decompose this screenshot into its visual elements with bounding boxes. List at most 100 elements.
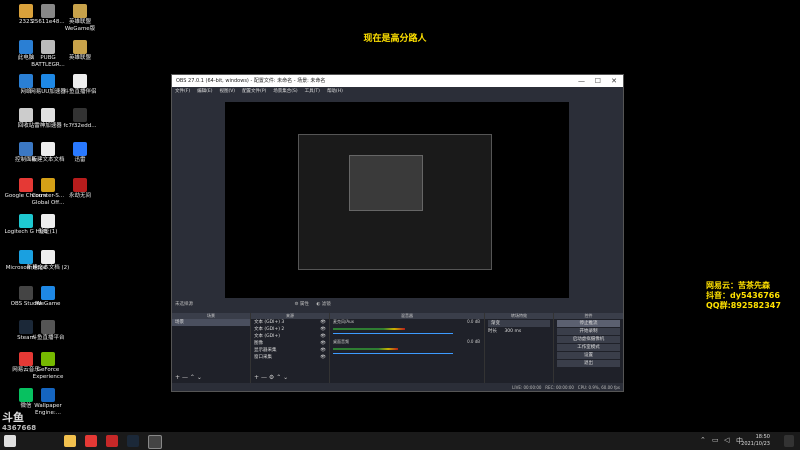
notification-icon[interactable] [784,435,794,447]
control-button[interactable]: 开始录制 [557,328,620,335]
source-item-label: 文本 (GDI+) 3 [254,320,285,325]
menu-item[interactable]: 配置文件(P) [242,89,266,94]
up-icon[interactable]: ⌃ [190,374,195,381]
desktop-icon[interactable]: 迅雷 [58,142,102,164]
control-button[interactable]: 停止推流 [557,320,620,327]
app-icon [41,178,55,192]
stream-banner: 现在是高分路人 [363,34,427,44]
chrome-icon[interactable] [85,435,97,447]
scene-item[interactable]: 场景 [172,319,250,326]
menu-item[interactable]: 工具(T) [305,89,320,94]
desktop-icon-label: 英雄联盟 [68,55,91,61]
eye-icon[interactable]: 👁 [320,340,326,347]
maximize-icon[interactable]: ☐ [595,75,601,87]
duration-input[interactable]: 300 ms [504,329,521,334]
eye-icon[interactable]: 👁 [320,347,326,354]
mixer-dock: 混音器 麦克风/Aux 0.0 dB 桌面音频 0.0 dB [330,313,485,383]
up-icon[interactable]: ⌃ [276,374,281,381]
app-icon [41,352,55,366]
sources-list: 文本 (GDI+) 3 👁 文本 (GDI+) 2 👁 文本 (GDI+) 👁 图像 … [251,319,329,361]
nested-preview [298,134,492,270]
source-item-label: 文本 (GDI+) [254,334,280,339]
menu-item[interactable]: 编辑(E) [197,89,212,94]
desktop-icon[interactable]: 英雄联盟 WeGame版 [58,4,102,32]
channel-name: 桌面音频 [333,339,349,344]
obs-window[interactable]: OBS 27.0.1 (64-bit, windows) - 配置文件: 未命名… [171,74,624,392]
filter-icon[interactable]: ◐ [316,302,320,307]
network-icon[interactable]: ▭ [712,436,719,444]
obs-taskbar-icon[interactable] [148,435,162,449]
filters-button[interactable]: 滤镜 [322,302,331,307]
source-item[interactable]: 窗口采集 👁 [251,354,329,361]
eye-icon[interactable]: 👁 [320,326,326,333]
source-info: 未选择源 [175,302,193,307]
desktop-icon[interactable]: 新建文本文档 (2) [26,250,70,272]
source-item[interactable]: 显示器采集 👁 [251,347,329,354]
volume-icon[interactable]: ◁ [724,436,729,444]
desktop-icon-label: fc7f32edd... [63,123,97,129]
down-icon[interactable]: ⌄ [197,374,202,381]
desktop-icon[interactable]: 斗鱼直播平台 [26,320,70,342]
transition-select[interactable]: 渐变 [488,320,550,327]
app-icon [73,178,87,192]
close-icon[interactable]: ✕ [611,75,617,87]
properties-button[interactable]: 属性 [300,302,309,307]
eye-icon[interactable]: 👁 [320,333,326,340]
source-item-label: 图像 [254,341,263,346]
desktop-icon-label: 斗鱼直播平台 [31,335,65,341]
douyu-watermark: 斗鱼 4367668 [2,412,36,433]
app-icon [41,388,55,402]
source-item[interactable]: 文本 (GDI+) 👁 [251,333,329,340]
tray-chevron-icon[interactable]: ⌃ [700,436,706,444]
clock[interactable]: 18:50 2021/10/23 [741,434,770,448]
desktop-icon[interactable]: GeForce Experience [26,352,70,380]
control-button[interactable]: 启动虚拟摄像机 [557,336,620,343]
obs-preview[interactable] [225,102,569,298]
clock-time: 18:50 [755,434,770,440]
volume-slider[interactable] [333,353,453,354]
source-item[interactable]: 文本 (GDI+) 2 👁 [251,326,329,333]
add-icon[interactable]: + [175,374,180,381]
eye-icon[interactable]: 👁 [320,354,326,361]
remove-icon[interactable]: — [182,374,188,381]
desktop-icon[interactable]: 斗鱼直播伴侣 [58,74,102,96]
desktop-icon[interactable]: fc7f32edd... [58,108,102,130]
netease-music-icon[interactable] [106,435,118,447]
remove-icon[interactable]: — [261,374,267,381]
desktop: 2323 25611e48... 英雄联盟 WeGame版 此电脑 PUBG BATTL… [0,0,800,432]
nested-preview-inner [349,155,423,211]
steam-icon[interactable] [127,435,139,447]
volume-slider[interactable] [333,333,453,334]
control-button[interactable]: 设置 [557,352,620,359]
file-explorer-icon[interactable] [64,435,76,447]
start-icon[interactable] [4,435,16,447]
down-icon[interactable]: ⌄ [283,374,288,381]
source-item[interactable]: 文本 (GDI+) 3 👁 [251,319,329,326]
desktop-icon[interactable]: Wallpaper Engine:... [26,388,70,416]
eye-icon[interactable]: 👁 [320,319,326,326]
channel-name: 麦克风/Aux [333,319,354,324]
gear-icon[interactable]: ⚙ [294,302,298,307]
mixer-channel: 桌面音频 0.0 dB [330,339,484,359]
gear-icon[interactable]: ⚙ [269,374,274,381]
add-icon[interactable]: + [254,374,259,381]
minimize-icon[interactable]: — [578,75,585,87]
source-item-label: 显示器采集 [254,348,277,353]
desktop-icon-label: WeGame [35,301,61,307]
desktop-icon-label: 新建文本文档 (2) [26,265,70,271]
channel-db: 0.0 dB [467,339,480,344]
desktop-icon[interactable]: 验证(1) [26,214,70,236]
desktop-icon[interactable]: 英雄联盟 [58,40,102,62]
source-item[interactable]: 图像 👁 [251,340,329,347]
control-button[interactable]: 工作室模式 [557,344,620,351]
menu-item[interactable]: 文件(F) [175,89,190,94]
desktop-icon-label: 英雄联盟 WeGame版 [64,19,96,32]
desktop-icon[interactable]: WeGame [26,286,70,308]
control-button[interactable]: 退出 [557,360,620,367]
menu-item[interactable]: 场景集合(S) [273,89,297,94]
app-icon [41,286,55,300]
obs-titlebar[interactable]: OBS 27.0.1 (64-bit, windows) - 配置文件: 未命名… [172,75,623,87]
menu-item[interactable]: 帮助(H) [327,89,343,94]
menu-item[interactable]: 视图(V) [219,89,235,94]
desktop-icon[interactable]: 永劫无间 [58,178,102,200]
